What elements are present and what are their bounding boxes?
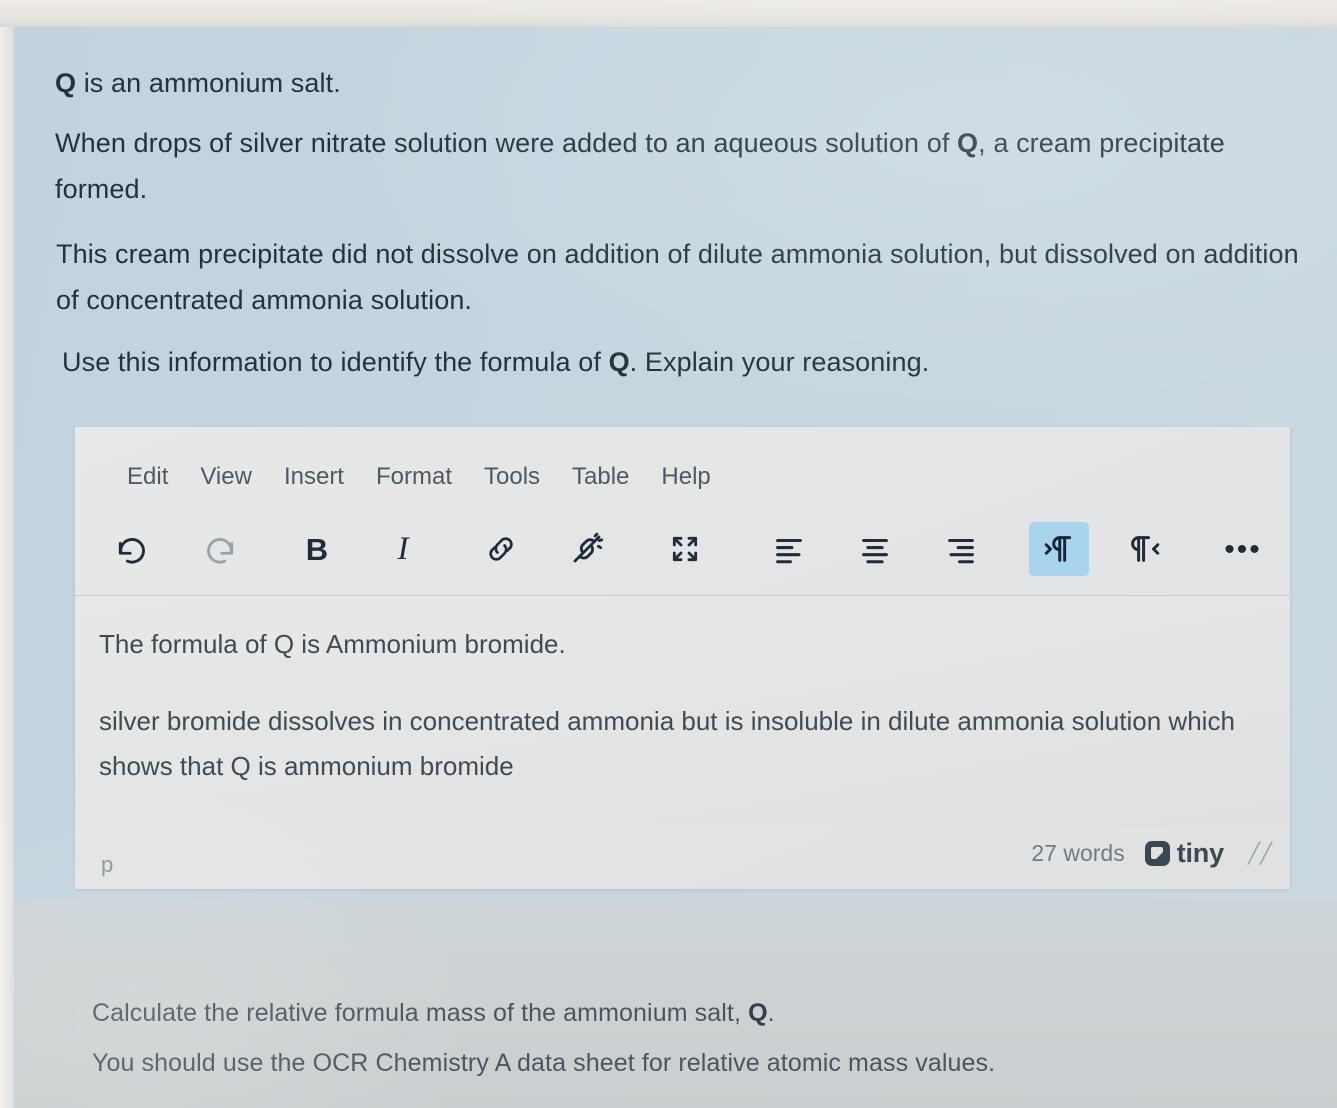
remove-link-button[interactable]	[557, 522, 617, 576]
link-icon	[484, 532, 518, 566]
bottom-question-line-2: You should use the OCR Chemistry A data …	[92, 1049, 996, 1077]
menu-item-tools[interactable]: Tools	[468, 459, 556, 495]
status-bar-right-group: 27 words tiny ╱╱	[1031, 838, 1272, 869]
word-count-label[interactable]: 27 words	[1031, 840, 1124, 867]
question-paragraph-4: Use this information to identify the for…	[62, 339, 1262, 385]
editor-content-area[interactable]: The formula of Q is Ammonium bromide. si…	[75, 596, 1290, 826]
menu-item-insert[interactable]: Insert	[268, 459, 360, 495]
italic-button[interactable]: I	[373, 522, 433, 576]
substance-label-q: Q	[55, 68, 77, 98]
bold-button[interactable]: B	[287, 522, 347, 576]
editor-paragraph[interactable]: silver bromide dissolves in concentrated…	[99, 699, 1256, 789]
redo-button[interactable]	[189, 522, 249, 576]
fullscreen-icon	[669, 533, 701, 565]
rich-text-editor[interactable]: Edit View Insert Format Tools Table Help	[75, 427, 1290, 889]
italic-icon: I	[397, 530, 409, 567]
tinymce-branding-label: tiny	[1176, 837, 1224, 868]
editor-menubar: Edit View Insert Format Tools Table Help	[75, 449, 727, 505]
question-statement-text: is an ammonium salt.	[76, 68, 341, 98]
menu-item-help[interactable]: Help	[645, 459, 726, 495]
direction-rtl-icon	[1128, 532, 1162, 566]
paragraph-4-part-a: Use this information to identify the for…	[62, 347, 609, 377]
more-horizontal-icon: •••	[1224, 532, 1262, 566]
menu-item-view[interactable]: View	[184, 459, 268, 495]
menu-item-format[interactable]: Format	[360, 459, 468, 495]
tinymce-logo-icon	[1144, 840, 1170, 866]
editor-status-bar: p 27 words tiny ╱╱	[75, 827, 1290, 889]
direction-rtl-button[interactable]	[1115, 522, 1175, 576]
editor-resize-handle[interactable]: ╱╱	[1248, 841, 1272, 866]
bottom-line-1-part-c: .	[767, 999, 775, 1027]
align-right-icon	[944, 532, 978, 566]
question-paragraph-3: This cream precipitate did not dissolve …	[56, 239, 1299, 315]
align-center-button[interactable]	[845, 522, 905, 576]
menu-item-table[interactable]: Table	[556, 459, 645, 495]
align-center-icon	[858, 532, 892, 566]
undo-icon	[116, 532, 150, 566]
undo-button[interactable]	[103, 522, 163, 576]
more-options-button[interactable]: •••	[1213, 522, 1273, 576]
menu-item-edit[interactable]: Edit	[111, 459, 184, 495]
unlink-icon	[569, 531, 605, 567]
insert-link-button[interactable]	[471, 522, 531, 576]
paragraph-2-part-a: When drops of silver nitrate solution we…	[55, 128, 958, 158]
editor-paragraph[interactable]: The formula of Q is Ammonium bromide.	[99, 622, 1256, 667]
fullscreen-button[interactable]	[655, 522, 715, 576]
redo-icon	[202, 532, 236, 566]
photo-left-edge	[0, 0, 14, 1108]
bottom-line-1-part-a: Calculate the relative formula mass of t…	[92, 999, 749, 1027]
editor-toolbar: B I •••	[75, 511, 1273, 587]
bold-icon: B	[305, 531, 329, 567]
direction-ltr-button[interactable]	[1029, 522, 1089, 576]
photo-top-edge	[0, 0, 1337, 27]
substance-label-q: Q	[608, 347, 630, 377]
substance-label-q: Q	[957, 128, 979, 158]
align-left-button[interactable]	[759, 522, 819, 576]
question-statement-line: Q is an ammonium salt.	[55, 60, 1255, 106]
element-path-breadcrumb[interactable]: p	[101, 852, 113, 878]
direction-ltr-icon	[1042, 532, 1076, 566]
tinymce-branding-link[interactable]: tiny	[1144, 837, 1224, 869]
bottom-question-line-1: Calculate the relative formula mass of t…	[92, 993, 775, 1033]
paragraph-4-part-c: . Explain your reasoning.	[629, 347, 930, 377]
question-paragraph-2: When drops of silver nitrate solution we…	[55, 120, 1265, 212]
align-left-icon	[772, 532, 806, 566]
photographed-screen: Q is an ammonium salt. When drops of sil…	[0, 0, 1337, 1108]
substance-label-q: Q	[748, 999, 768, 1027]
align-right-button[interactable]	[931, 522, 991, 576]
